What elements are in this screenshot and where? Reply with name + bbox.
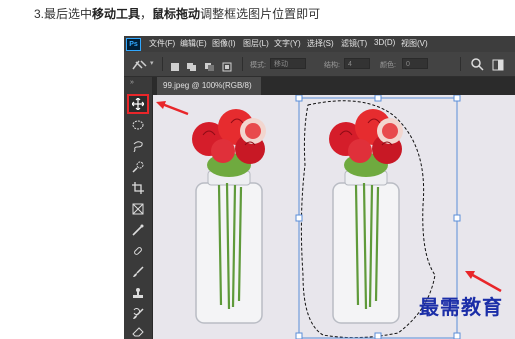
eyedropper-tool-icon[interactable] [128,221,148,239]
menu-layer[interactable]: 图层(L) [243,38,269,49]
lasso-tool-icon[interactable] [128,137,148,155]
annotation-arrow-move-tool [156,101,189,116]
document-tab-bar: 99.jpeg @ 100%(RGB/8) [153,77,515,95]
clone-stamp-tool-icon[interactable] [128,284,148,302]
flower-vase-copy [329,109,403,324]
separator [162,57,163,71]
collapse-panel-icon[interactable]: » [130,79,134,86]
menu-bar: Ps 文件(F) 编辑(E) 图像(I) 图层(L) 文字(Y) 选择(S) 滤… [124,36,515,52]
color-select[interactable]: 0 [402,58,428,69]
instruction-suffix: 调整框选图片位置即可 [200,7,321,21]
mode-select[interactable]: 移动 [270,58,306,69]
brush-tool-icon[interactable] [128,263,148,281]
tools-panel: » [124,77,153,339]
structure-label: 结构: [324,62,340,69]
menu-select[interactable]: 选择(S) [307,38,334,49]
structure-select-value: 4 [348,61,352,68]
menu-file[interactable]: 文件(F) [149,38,175,49]
quick-selection-tool-icon[interactable] [128,158,148,176]
search-icon[interactable] [470,57,484,76]
menu-filter[interactable]: 滤镜(T) [341,38,367,49]
instruction-action: 鼠标拖动 [152,7,201,21]
crop-tool-icon[interactable] [128,179,148,197]
elliptical-marquee-tool-icon[interactable] [128,116,148,134]
history-brush-tool-icon[interactable] [128,305,148,323]
instruction-text: 3.最后选中移动工具，鼠标拖动调整框选图片位置即可 [34,5,320,22]
separator [460,57,461,71]
workspace-icon[interactable] [492,58,504,76]
instruction-comma: ， [140,7,153,21]
color-label: 颜色: [380,62,396,69]
spot-healing-tool-icon[interactable] [128,242,148,260]
color-select-value: 0 [406,61,410,68]
tool-preset-chevron-icon[interactable]: ▾ [150,59,154,67]
mode-select-value: 移动 [274,61,288,68]
separator [242,57,243,71]
move-tool-icon[interactable] [127,94,149,114]
flower-vase-original [192,109,266,324]
options-bar: ▾ 模式: 移动 结构: 4 颜色: 0 [124,52,515,77]
photoshop-logo: Ps [126,38,141,51]
frame-tool-icon[interactable] [128,200,148,218]
instruction-tool-name: 移动工具 [92,7,141,21]
structure-select[interactable]: 4 [344,58,370,69]
instruction-prefix: 3.最后选中 [34,7,93,21]
menu-image[interactable]: 图像(I) [212,38,236,49]
menu-3d[interactable]: 3D(D) [374,38,395,47]
content-aware-move-tool-icon[interactable] [132,58,148,76]
document-tab[interactable]: 99.jpeg @ 100%(RGB/8) [157,77,261,95]
subtract-from-selection-icon[interactable] [204,59,216,77]
menu-edit[interactable]: 编辑(E) [180,38,207,49]
mode-label: 模式: [250,62,266,69]
eraser-tool-icon[interactable] [128,323,148,339]
add-to-selection-icon[interactable] [186,59,198,77]
intersect-selection-icon[interactable] [222,59,234,77]
new-selection-icon[interactable] [170,59,180,77]
document-canvas[interactable]: 最需教育 [153,95,515,339]
watermark-text: 最需教育 [419,295,503,319]
photoshop-window: Ps 文件(F) 编辑(E) 图像(I) 图层(L) 文字(Y) 选择(S) 滤… [124,36,515,339]
annotation-arrow-canvas [468,271,502,293]
menu-view[interactable]: 视图(V) [401,38,428,49]
menu-type[interactable]: 文字(Y) [274,38,301,49]
